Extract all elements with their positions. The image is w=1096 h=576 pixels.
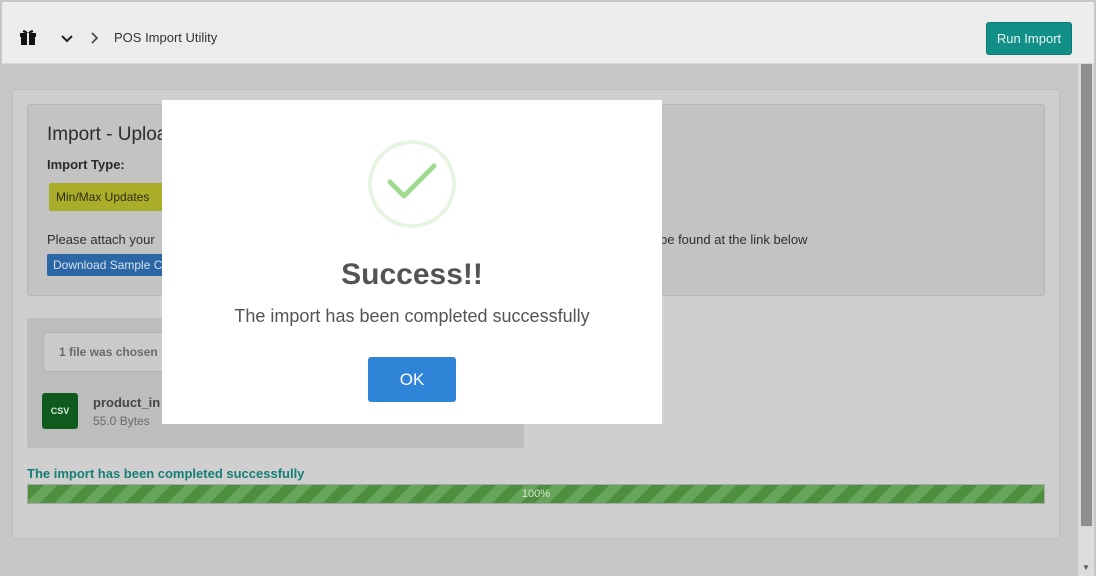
import-status-message: The import has been completed successful… <box>27 466 305 481</box>
top-bar: POS Import Utility Run Import <box>2 2 1094 64</box>
scroll-down-arrow-icon[interactable]: ▼ <box>1082 563 1090 572</box>
modal-message: The import has been completed successful… <box>234 306 590 326</box>
breadcrumb-title: POS Import Utility <box>114 30 218 45</box>
modal-title: Success!! <box>341 258 483 291</box>
download-sample-button[interactable]: Download Sample C <box>47 254 169 276</box>
file-size: 55.0 Bytes <box>93 414 150 428</box>
attach-instructions-end: be found at the link below <box>660 232 808 247</box>
file-name: product_in <box>93 395 161 410</box>
scrollbar-thumb[interactable] <box>1081 64 1092 526</box>
gift-icon[interactable] <box>19 29 37 45</box>
attach-instructions-start: Please attach your <box>47 232 155 247</box>
chevron-right-icon <box>91 32 99 44</box>
import-type-selected[interactable]: Min/Max Updates <box>49 183 169 211</box>
run-import-button[interactable]: Run Import <box>986 22 1072 55</box>
panel-title: Import - Uploa <box>47 124 168 145</box>
import-progress-bar: 100% <box>27 484 1045 504</box>
success-modal: Success!! The import has been completed … <box>162 100 662 424</box>
check-circle-icon <box>368 140 456 228</box>
progress-label: 100% <box>521 488 551 500</box>
chevron-down-icon[interactable] <box>60 33 74 45</box>
csv-file-icon: CSV <box>42 393 78 429</box>
import-type-label: Import Type: <box>47 157 125 172</box>
ok-button[interactable]: OK <box>368 357 456 402</box>
